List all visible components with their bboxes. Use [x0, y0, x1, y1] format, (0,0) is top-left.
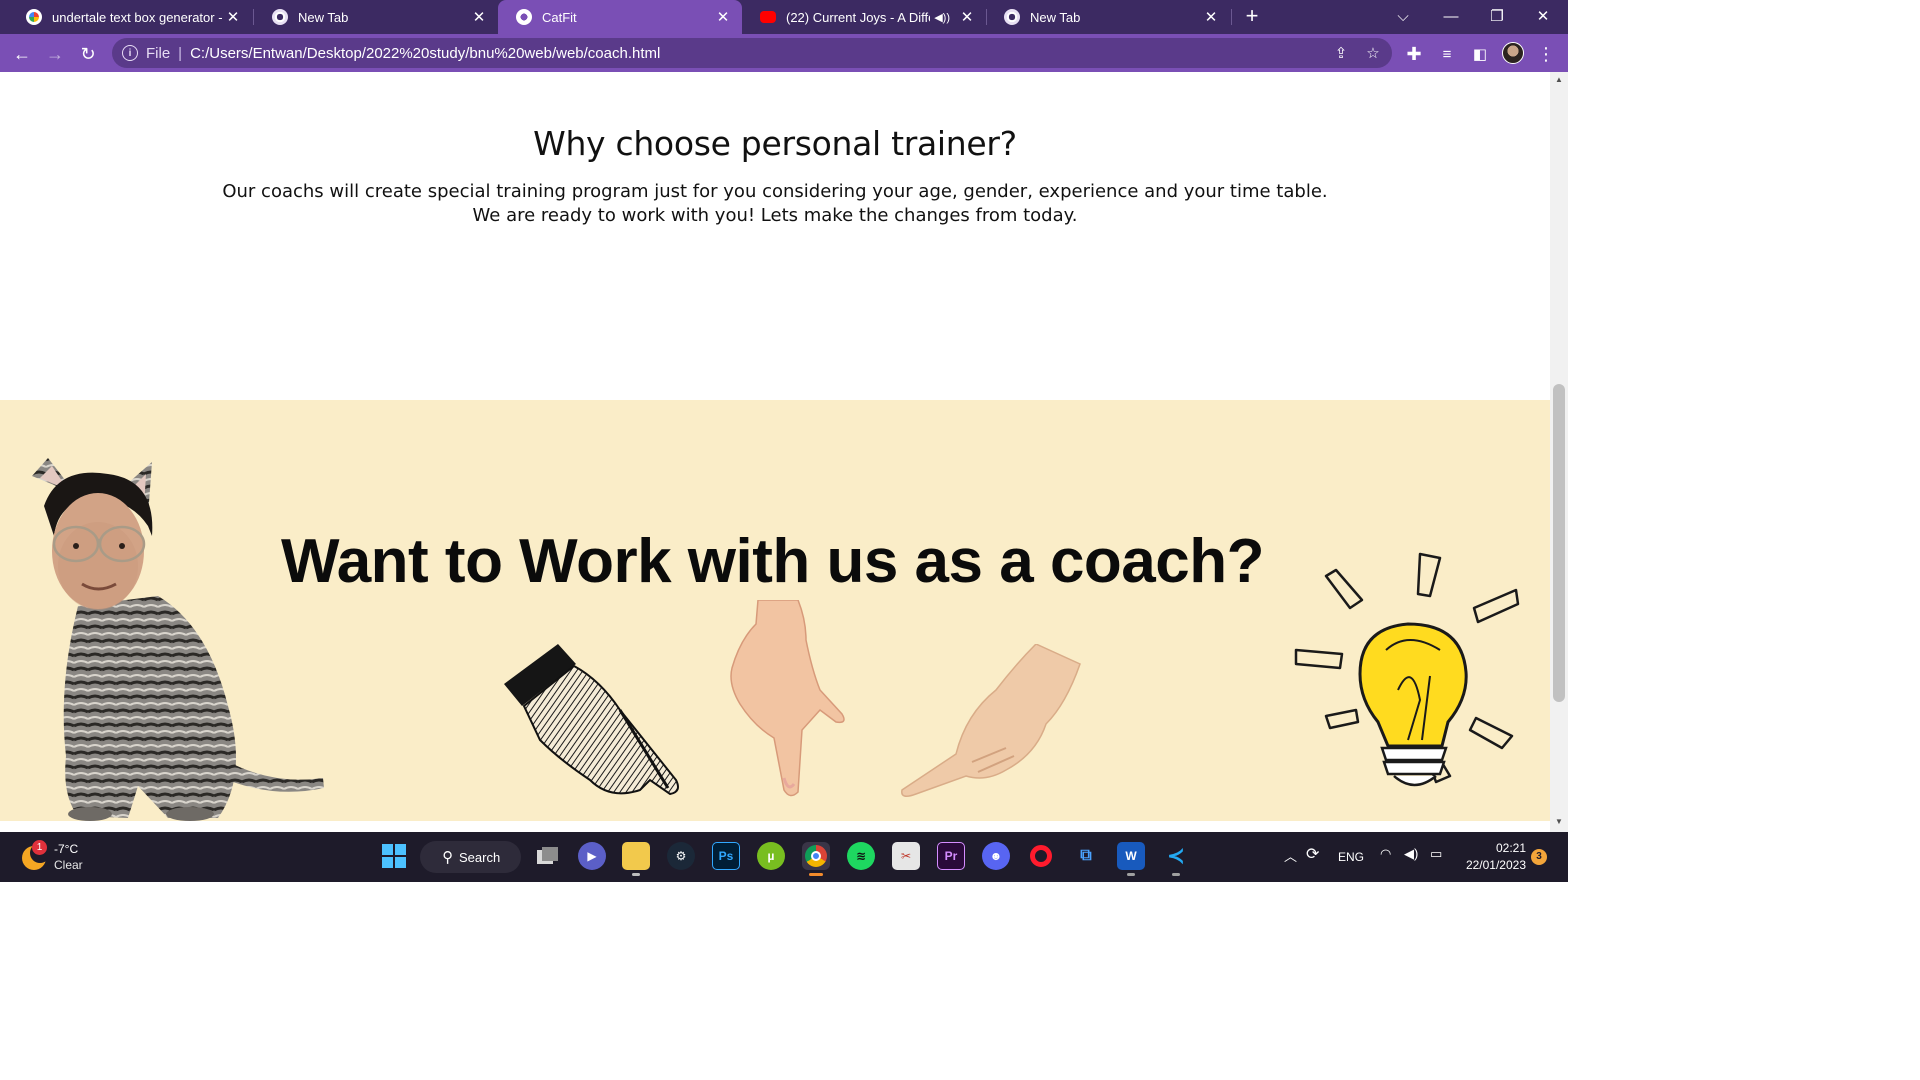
sync-icon[interactable]: ⟳	[1306, 844, 1319, 864]
tab-catfit[interactable]: CatFit ✕	[498, 0, 742, 34]
why-description: Our coachs will create special training …	[0, 180, 1550, 228]
side-panel-icon[interactable]: ◧	[1466, 40, 1494, 68]
url-scheme: File	[146, 44, 171, 62]
weather-widget[interactable]: 1 -7°C Clear	[20, 840, 140, 874]
close-tab-icon[interactable]: ✕	[714, 8, 732, 26]
scroll-down-arrow-icon[interactable]: ▼	[1550, 817, 1568, 829]
weather-badge: 1	[32, 840, 47, 855]
chrome-icon	[272, 9, 288, 25]
weather-condition: Clear	[54, 858, 83, 872]
restore-button[interactable]: ❐	[1474, 0, 1520, 32]
scroll-up-arrow-icon[interactable]: ▲	[1550, 75, 1568, 87]
info-icon[interactable]: i	[122, 45, 138, 61]
tray-overflow-chevron-icon[interactable]: ︿	[1284, 846, 1297, 865]
url-divider: |	[178, 44, 183, 62]
address-bar[interactable]: i File | C:/Users/Entwan/Desktop/2022%20…	[112, 38, 1392, 68]
chrome-icon	[1004, 9, 1020, 25]
why-heading: Why choose personal trainer?	[533, 124, 1017, 163]
page-viewport: Why choose personal trainer? Our coachs …	[0, 72, 1550, 832]
close-tab-icon[interactable]: ✕	[958, 8, 976, 26]
network-app-icon[interactable]: ⧉	[1072, 842, 1100, 870]
back-arrow-icon[interactable]: ←	[8, 40, 36, 68]
premiere-pro-icon[interactable]: Pr	[937, 842, 965, 870]
language-indicator[interactable]: ENG	[1338, 850, 1364, 864]
tab-title: New Tab	[1030, 9, 1081, 25]
coach-recruit-section: Want to Work with us as a coach?	[0, 400, 1550, 821]
steam-icon[interactable]: ⚙	[667, 842, 695, 870]
weather-temperature: -7°C	[54, 842, 79, 856]
pointing-hand-photo-image	[901, 644, 1081, 797]
extensions-puzzle-icon[interactable]: ✚	[1400, 40, 1428, 68]
reload-icon[interactable]: ↻	[74, 40, 102, 68]
close-tab-icon[interactable]: ✕	[1202, 8, 1220, 26]
tab-youtube-current-joys[interactable]: (22) Current Joys - A Different ◀)) ✕	[742, 0, 986, 34]
vscode-icon[interactable]: ≺	[1162, 842, 1190, 876]
media-queue-icon[interactable]: ≡	[1433, 40, 1461, 68]
minimize-button[interactable]: —	[1428, 0, 1474, 32]
word-icon[interactable]: W	[1117, 842, 1145, 876]
tab-title: CatFit	[542, 9, 577, 25]
windows-start-icon[interactable]	[380, 842, 408, 870]
task-view-icon[interactable]	[534, 842, 562, 870]
why-section: Why choose personal trainer? Our coachs …	[0, 72, 1550, 400]
why-line-1: Our coachs will create special training …	[222, 181, 1328, 202]
clock-date[interactable]: 22/01/2023	[1458, 858, 1526, 872]
teams-chat-icon[interactable]: ▶	[578, 842, 606, 870]
forward-arrow-icon[interactable]: →	[41, 40, 69, 68]
light-bulb-idea-image	[1294, 552, 1520, 787]
tab-strip: undertale text box generator - Go ✕ New …	[0, 0, 1568, 34]
volume-icon[interactable]: ◀)	[1404, 846, 1418, 862]
tab-undertale-search[interactable]: undertale text box generator - Go ✕	[8, 0, 252, 34]
chrome-taskbar-icon[interactable]	[802, 842, 830, 876]
page-scrollbar[interactable]: ▲ ▼	[1550, 72, 1568, 832]
url-text[interactable]: C:/Users/Entwan/Desktop/2022%20study/bnu…	[190, 45, 660, 62]
cat-with-face-image	[32, 458, 324, 821]
menu-kebab-icon[interactable]: ⋮	[1532, 40, 1560, 68]
tab-title: New Tab	[298, 9, 349, 25]
tab-new-tab-1[interactable]: New Tab ✕	[254, 0, 498, 34]
speaker-icon[interactable]: ◀))	[934, 11, 950, 24]
new-tab-button[interactable]: +	[1240, 5, 1264, 29]
tab-title: undertale text box generator - Go	[52, 9, 224, 25]
globe-icon	[516, 9, 532, 25]
browser-toolbar: ← → ↻ i File | C:/Users/Entwan/Desktop/2…	[0, 34, 1568, 72]
youtube-icon	[760, 11, 776, 23]
utorrent-icon[interactable]: µ	[757, 842, 785, 870]
profile-avatar[interactable]	[1502, 42, 1524, 64]
bookmark-star-icon[interactable]: ☆	[1364, 44, 1382, 62]
page-bottom-strip	[0, 821, 1550, 832]
clock-time[interactable]: 02:21	[1470, 841, 1526, 855]
search-label: Search	[459, 849, 501, 865]
close-tab-icon[interactable]: ✕	[224, 8, 242, 26]
browser-window: undertale text box generator - Go ✕ New …	[0, 0, 1568, 882]
close-tab-icon[interactable]: ✕	[470, 8, 488, 26]
snipping-tool-icon[interactable]: ✂	[892, 842, 920, 870]
spotify-icon[interactable]: ≋	[847, 842, 875, 870]
tab-title: (22) Current Joys - A Different	[786, 9, 930, 25]
why-line-2: We are ready to work with you! Lets make…	[472, 205, 1078, 226]
close-window-button[interactable]: ✕	[1520, 0, 1566, 32]
share-icon[interactable]: ⇪	[1332, 44, 1350, 62]
taskbar-search-button[interactable]: ⚲ Search	[420, 841, 521, 873]
discord-icon[interactable]: ☻	[982, 842, 1010, 870]
battery-icon[interactable]: ▭	[1430, 846, 1442, 862]
google-icon	[26, 9, 42, 25]
notification-badge[interactable]: 3	[1531, 849, 1547, 865]
windows-taskbar: 1 -7°C Clear ⚲ Search ▶ ⚙ Ps µ ≋ ✂ Pr ☻ …	[0, 832, 1568, 882]
tab-search-chevron-icon[interactable]: ⌵	[1380, 0, 1426, 32]
tab-new-tab-2[interactable]: New Tab ✕	[986, 0, 1230, 34]
file-explorer-icon[interactable]	[622, 842, 650, 876]
tab-separator	[1231, 9, 1232, 25]
opera-icon[interactable]	[1027, 842, 1055, 870]
engraved-pointing-hand-image	[504, 644, 679, 796]
scrollbar-thumb[interactable]	[1553, 384, 1565, 702]
pointing-finger-down-image	[730, 600, 845, 797]
wifi-icon[interactable]: ◠	[1380, 846, 1391, 862]
photoshop-icon[interactable]: Ps	[712, 842, 740, 870]
search-icon: ⚲	[442, 849, 453, 866]
